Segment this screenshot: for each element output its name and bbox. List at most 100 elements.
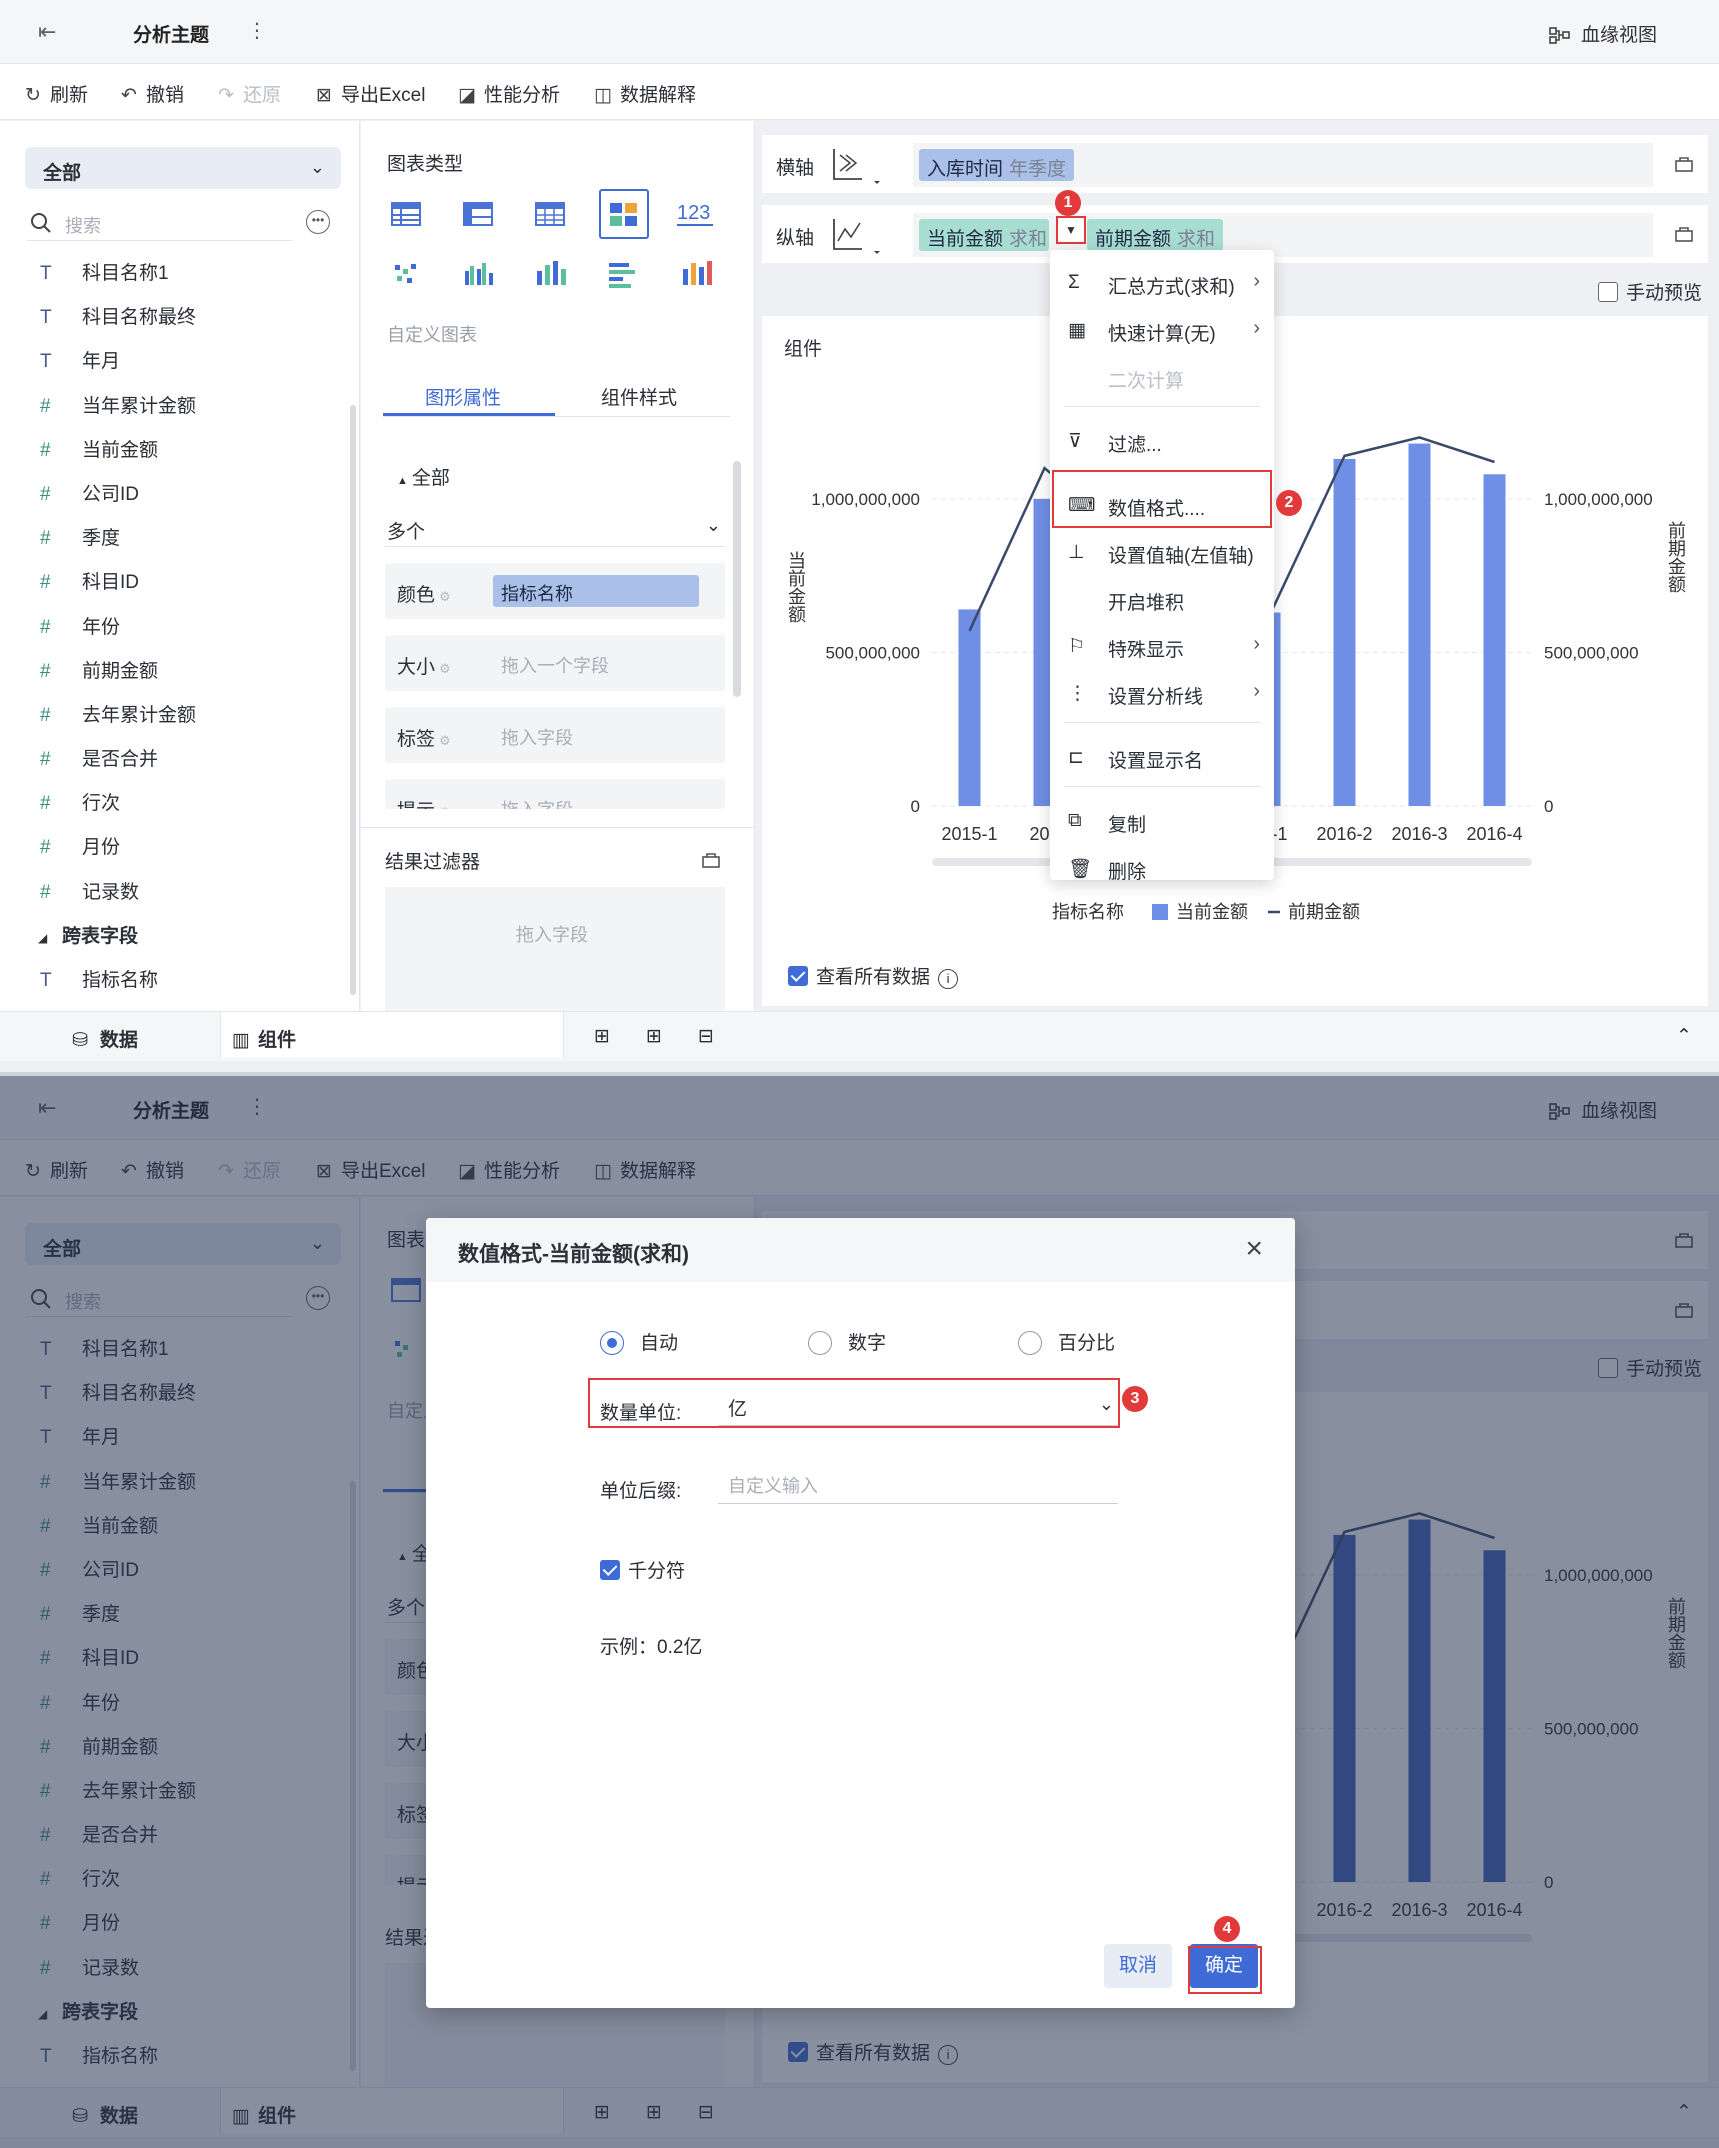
cancel-button[interactable]: 取消	[1104, 1944, 1172, 1988]
horizontal-bar-icon[interactable]	[599, 251, 645, 297]
menu-item-set-value-axis[interactable]: ⊥ 设置值轴(左值轴)	[1050, 529, 1274, 573]
gear-icon[interactable]: ⚙	[439, 661, 451, 676]
more-icon[interactable]: ⋮	[247, 18, 267, 43]
lock-icon[interactable]	[701, 849, 721, 869]
field-item[interactable]: #科目ID	[40, 567, 196, 611]
menu-item-stack[interactable]: 开启堆积	[1050, 576, 1274, 620]
field-item[interactable]: T指标名称	[40, 965, 196, 1009]
gear-icon[interactable]: ⚙	[439, 589, 451, 604]
field-item[interactable]: #当年累计金额	[40, 391, 196, 435]
y-axis-dropzone[interactable]: 当前金额 求和 前期金额 求和	[913, 213, 1653, 257]
radio-percent[interactable]: 百分比	[1018, 1328, 1115, 1355]
tooltip-property[interactable]: 提示⚙拖入字段	[385, 779, 725, 809]
detail-table-icon[interactable]	[527, 191, 573, 237]
field-item[interactable]: #前期金额	[40, 656, 196, 700]
field-item[interactable]: #年份	[40, 612, 196, 656]
tab-component-style[interactable]: 组件样式	[601, 383, 677, 410]
radio-auto[interactable]: 自动	[600, 1328, 678, 1355]
legend-label: 当前金额	[1176, 902, 1248, 922]
crosstab-chart-icon[interactable]	[455, 191, 501, 237]
data-tab[interactable]: ⛁数据	[72, 1025, 138, 1052]
data-explain-button[interactable]: ◫数据解释	[592, 80, 696, 107]
scrollbar[interactable]	[350, 405, 356, 995]
collapse-up-icon[interactable]: ⌃	[1676, 1025, 1692, 1048]
lineage-view-button[interactable]: 血缘视图	[1549, 20, 1657, 47]
menu-item-quick-calc[interactable]: ▦ 快速计算(无) ›	[1050, 307, 1274, 351]
menu-item-analysis-line[interactable]: ⋮ 设置分析线 ›	[1050, 670, 1274, 714]
more-options-icon[interactable]: •••	[306, 210, 330, 234]
gear-icon[interactable]: ⚙	[439, 805, 451, 809]
field-item[interactable]: #行次	[40, 788, 196, 832]
tab-graph-properties[interactable]: 图形属性	[425, 383, 501, 410]
axis-type-icon[interactable]	[828, 145, 884, 185]
table-select[interactable]: 全部⌄	[25, 147, 341, 189]
size-property[interactable]: 大小 ⚙ 拖入一个字段	[385, 635, 725, 691]
field-item[interactable]: T科目名称最终	[40, 302, 196, 346]
lock-icon[interactable]	[1674, 153, 1694, 173]
menu-item-special-display[interactable]: ⚐ 特殊显示 ›	[1050, 623, 1274, 667]
stacked-bar-icon[interactable]	[673, 251, 719, 297]
performance-button[interactable]: ◪性能分析	[456, 80, 560, 107]
component-tab[interactable]: ▥组件	[232, 1025, 296, 1052]
refresh-button[interactable]: ↻刷新	[22, 80, 88, 107]
thousands-checkbox[interactable]: 千分符	[600, 1556, 685, 1583]
gear-icon[interactable]: ⚙	[439, 733, 451, 748]
mark-type-select[interactable]: 多个 ⌄	[385, 509, 725, 547]
menu-item-rename[interactable]: ⊏ 设置显示名	[1050, 734, 1274, 778]
dialog-header: 数值格式-当前金额(求和) ×	[426, 1218, 1295, 1282]
field-item[interactable]: T科目名称1	[40, 258, 196, 302]
add-dashboard-icon[interactable]: ⊞	[646, 1025, 662, 1048]
color-property[interactable]: 颜色 ⚙ 指标名称	[385, 563, 725, 619]
exit-icon[interactable]: ⇤	[38, 19, 64, 45]
custom-chart-link[interactable]: 自定义图表	[387, 321, 477, 347]
y-axis-field-pill[interactable]: 当前金额 求和	[919, 219, 1049, 251]
view-all-data-checkbox[interactable]: 查看所有数据i	[788, 962, 959, 989]
undo-button[interactable]: ↶撤销	[118, 80, 184, 107]
add-story-icon[interactable]: ⊟	[698, 1025, 714, 1048]
field-item[interactable]: #去年累计金额	[40, 700, 196, 744]
bar-chart-icon[interactable]	[527, 251, 573, 297]
menu-item-filter[interactable]: ⊽ 过滤...	[1050, 418, 1274, 462]
result-filter-title: 结果过滤器	[385, 852, 481, 873]
y2-axis-title: 前期金额	[1666, 521, 1686, 593]
color-field-pill[interactable]: 指标名称	[493, 575, 699, 607]
result-filter-dropzone[interactable]: 拖入字段	[385, 887, 725, 1011]
field-item[interactable]: T年月	[40, 346, 196, 390]
axis-type-icon[interactable]	[828, 215, 884, 255]
close-icon[interactable]: ×	[1245, 1232, 1263, 1266]
field-item[interactable]: #季度	[40, 523, 196, 567]
scatter-chart-icon[interactable]	[383, 251, 429, 297]
add-component-icon[interactable]: ⊞	[594, 1025, 610, 1048]
field-item[interactable]: #当前金额	[40, 435, 196, 479]
scrollbar[interactable]	[733, 461, 741, 697]
copy-icon: ⧉	[1068, 810, 1082, 831]
property-group-all[interactable]: ▲全部	[397, 463, 450, 490]
table-chart-icon[interactable]	[383, 191, 429, 237]
x-axis-dropzone[interactable]: 入库时间 年季度	[913, 143, 1653, 187]
kpi-number-icon[interactable]: 123	[673, 191, 719, 237]
menu-item-copy[interactable]: ⧉ 复制	[1050, 798, 1274, 842]
cross-table-group[interactable]: ◢跨表字段	[38, 921, 196, 965]
suffix-input[interactable]: 自定义输入	[718, 1464, 1118, 1504]
export-excel-button[interactable]: ⊠导出Excel	[313, 80, 425, 107]
field-item[interactable]: #月份	[40, 832, 196, 876]
search-input[interactable]: 搜索	[27, 207, 292, 241]
y-axis-field-pill[interactable]: 前期金额 求和	[1087, 219, 1224, 251]
x-axis-field-pill[interactable]: 入库时间 年季度	[919, 149, 1075, 181]
menu-item-aggregation[interactable]: Σ 汇总方式(求和) ›	[1050, 260, 1274, 304]
info-icon[interactable]: i	[938, 969, 959, 989]
radio-number[interactable]: 数字	[808, 1328, 886, 1355]
lock-icon[interactable]	[1674, 223, 1694, 243]
field-item[interactable]: #是否合并	[40, 744, 196, 788]
menu-item-delete[interactable]: 🗑 删除	[1050, 845, 1274, 883]
redo-button[interactable]: ↷还原	[215, 80, 281, 107]
combo-chart-icon[interactable]	[599, 189, 649, 239]
manual-preview-checkbox[interactable]: 手动预览	[1598, 278, 1702, 305]
screenshot-step-2: ⇤ 分析主题 ⋮ 血缘视图 ↻刷新 ↶撤销 ↷还原 ⊠导出Excel ◪性能分析…	[0, 1076, 1719, 2148]
page-title: 分析主题	[133, 25, 210, 46]
grouped-bar-icon[interactable]	[455, 251, 501, 297]
field-item[interactable]: #公司ID	[40, 479, 196, 523]
field-dropdown-caret[interactable]: ▼	[1056, 216, 1086, 244]
field-item[interactable]: #记录数	[40, 877, 196, 921]
label-property[interactable]: 标签 ⚙ 拖入字段	[385, 707, 725, 763]
